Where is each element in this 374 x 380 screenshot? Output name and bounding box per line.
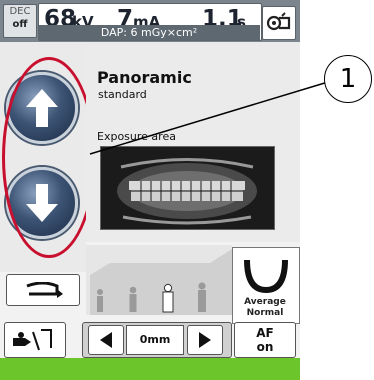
callout-leader-line — [89, 81, 329, 155]
exposure-area-image[interactable] — [100, 146, 275, 230]
rotate-back-button[interactable] — [6, 274, 80, 306]
camera-button[interactable] — [262, 6, 296, 40]
dec-button[interactable]: DEC off — [3, 4, 37, 38]
jaw-label-line2: Normal — [246, 308, 284, 318]
ready-status-bar — [0, 358, 300, 380]
patient-size-area — [86, 245, 232, 315]
jaw-label-line1: Average — [244, 297, 286, 307]
callout-number: 1 — [324, 55, 372, 103]
patient-position-button[interactable] — [4, 322, 66, 358]
jaw-shape-icon — [244, 259, 288, 294]
patient-size-icons — [90, 249, 232, 315]
af-toggle-button[interactable]: AF on — [234, 322, 296, 358]
dec-label: DEC — [9, 6, 31, 17]
panoramic-xray — [101, 147, 274, 229]
af-label: AF — [256, 326, 274, 340]
af-state: on — [256, 340, 274, 354]
camera-icon — [266, 12, 291, 31]
dec-state: off — [12, 19, 28, 30]
rotate-back-icon — [26, 282, 63, 298]
patient-position-icon — [13, 329, 52, 351]
highlight-ellipse — [2, 57, 96, 258]
jaw-shape-label: Average Normal — [232, 297, 298, 319]
offset-increase-button[interactable] — [187, 325, 223, 355]
right-arrow-icon — [199, 332, 211, 348]
dap-readout: DAP: 6 mGy×cm² — [38, 25, 260, 40]
offset-value: 0mm — [126, 325, 184, 355]
left-arrow-icon — [100, 332, 112, 348]
offset-decrease-button[interactable] — [88, 325, 124, 355]
